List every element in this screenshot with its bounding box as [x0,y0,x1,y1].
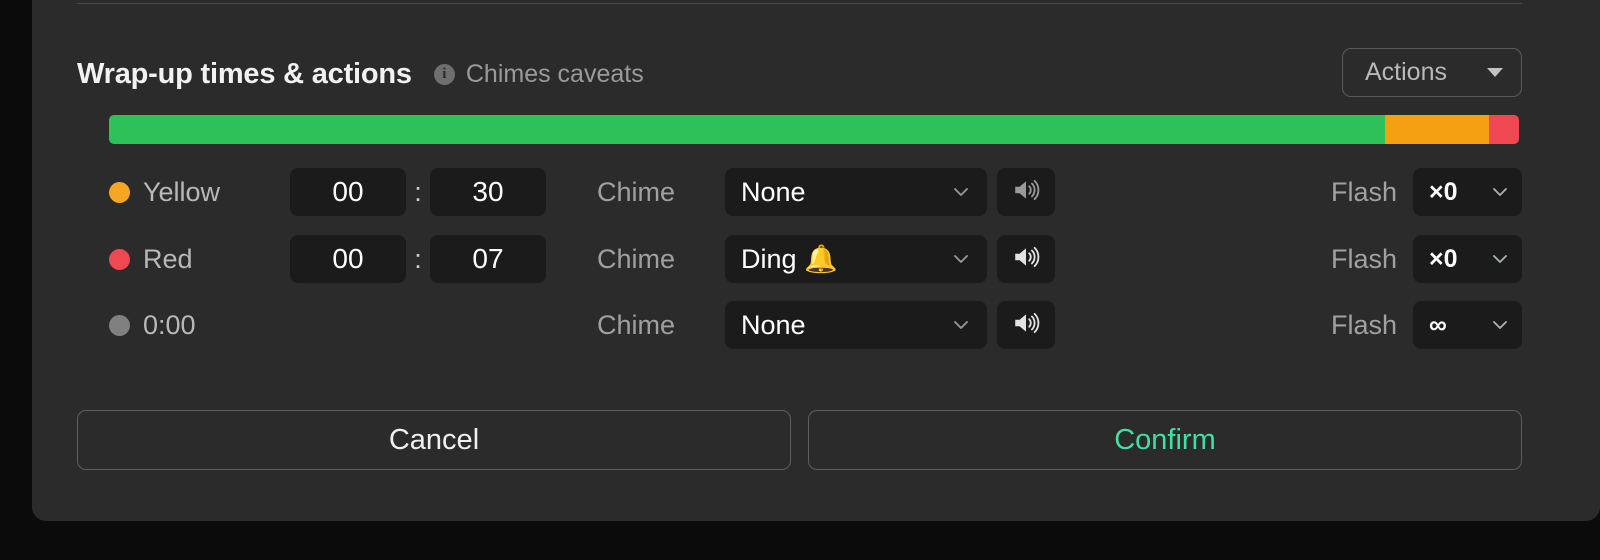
time-input-group-red: 00 : 07 [290,235,546,283]
minutes-input[interactable]: 00 [290,168,406,216]
flash-selected-value: ×0 [1429,244,1458,273]
level-indicator-zero: 0:00 [109,310,196,341]
wrap-up-progress-bar[interactable] [109,115,1519,144]
preview-sound-button[interactable] [997,301,1055,349]
chime-group-yellow: Chime None [597,168,1055,216]
panel-top-divider [77,3,1522,4]
chime-group-zero: Chime None [597,301,1055,349]
wrap-up-row-yellow: Yellow 00 : 30 Chime None Flash ×0 [77,164,1522,220]
flash-count-select[interactable]: ×0 [1413,168,1522,216]
dialog-footer: Cancel Confirm [77,410,1522,470]
flash-label: Flash [1330,243,1397,274]
wrap-up-row-red: Red 00 : 07 Chime Ding 🔔 Flash ×0 [77,231,1522,287]
flash-group-yellow: Flash ×0 [1331,168,1522,216]
minutes-input[interactable]: 00 [290,235,406,283]
chimes-caveats-link[interactable]: Chimes caveats [466,60,644,89]
chevron-down-icon [1490,249,1510,269]
flash-count-select[interactable]: ∞ [1413,301,1522,349]
flash-group-zero: Flash ∞ [1331,301,1522,349]
flash-label: Flash [1330,176,1397,207]
time-colon: : [414,243,422,274]
flash-count-select[interactable]: ×0 [1413,235,1522,283]
chevron-down-icon [1490,182,1510,202]
chime-label: Chime [597,309,676,340]
chevron-down-icon [951,249,971,269]
speaker-icon [1012,178,1040,207]
speaker-icon [1012,311,1040,340]
screen-root: Wrap-up times & actions i Chimes caveats… [0,0,1600,560]
flash-selected-value: ∞ [1429,310,1447,339]
actions-dropdown-button[interactable]: Actions [1342,48,1522,97]
time-colon: : [414,176,422,207]
level-label: Red [143,243,193,274]
chevron-down-icon [1490,315,1510,335]
chime-select[interactable]: Ding 🔔 [725,235,987,283]
status-dot-yellow [109,181,130,203]
chime-select[interactable]: None [725,168,987,216]
level-indicator-yellow: Yellow [109,177,220,208]
progress-segment-orange [1385,115,1490,144]
panel-header-left: Wrap-up times & actions i Chimes caveats [77,48,644,100]
chime-label: Chime [597,176,676,207]
chime-label: Chime [597,243,676,274]
chime-group-red: Chime Ding 🔔 [597,235,1055,283]
status-dot-red [109,248,130,270]
speaker-icon [1012,245,1040,274]
chime-selected-value: Ding 🔔 [741,244,838,274]
chevron-down-icon [1487,68,1503,77]
chevron-down-icon [951,315,971,335]
chime-select[interactable]: None [725,301,987,349]
preview-sound-button[interactable] [997,235,1055,283]
flash-group-red: Flash ×0 [1331,235,1522,283]
preview-sound-button[interactable] [997,168,1055,216]
progress-segment-red [1489,115,1519,144]
chime-selected-value: None [741,176,806,207]
actions-dropdown-label: Actions [1365,58,1447,86]
progress-segment-green [109,115,1386,144]
seconds-input[interactable]: 07 [430,235,546,283]
flash-label: Flash [1330,309,1397,340]
chime-selected-value: None [741,309,806,340]
level-indicator-red: Red [109,244,193,275]
time-input-group-yellow: 00 : 30 [290,168,546,216]
level-label: 0:00 [143,309,196,340]
panel-header: Wrap-up times & actions i Chimes caveats… [77,48,1522,100]
page-title: Wrap-up times & actions [77,57,412,90]
info-icon[interactable]: i [433,63,455,85]
flash-selected-value: ×0 [1429,177,1458,206]
wrap-up-row-zero: 0:00 Chime None Flash ∞ [77,297,1522,353]
chevron-down-icon [951,182,971,202]
status-dot-gray [109,314,130,336]
seconds-input[interactable]: 30 [430,168,546,216]
wrap-up-settings-panel: Wrap-up times & actions i Chimes caveats… [32,0,1600,521]
confirm-button[interactable]: Confirm [808,410,1522,470]
cancel-button[interactable]: Cancel [77,410,791,470]
level-label: Yellow [143,176,221,207]
